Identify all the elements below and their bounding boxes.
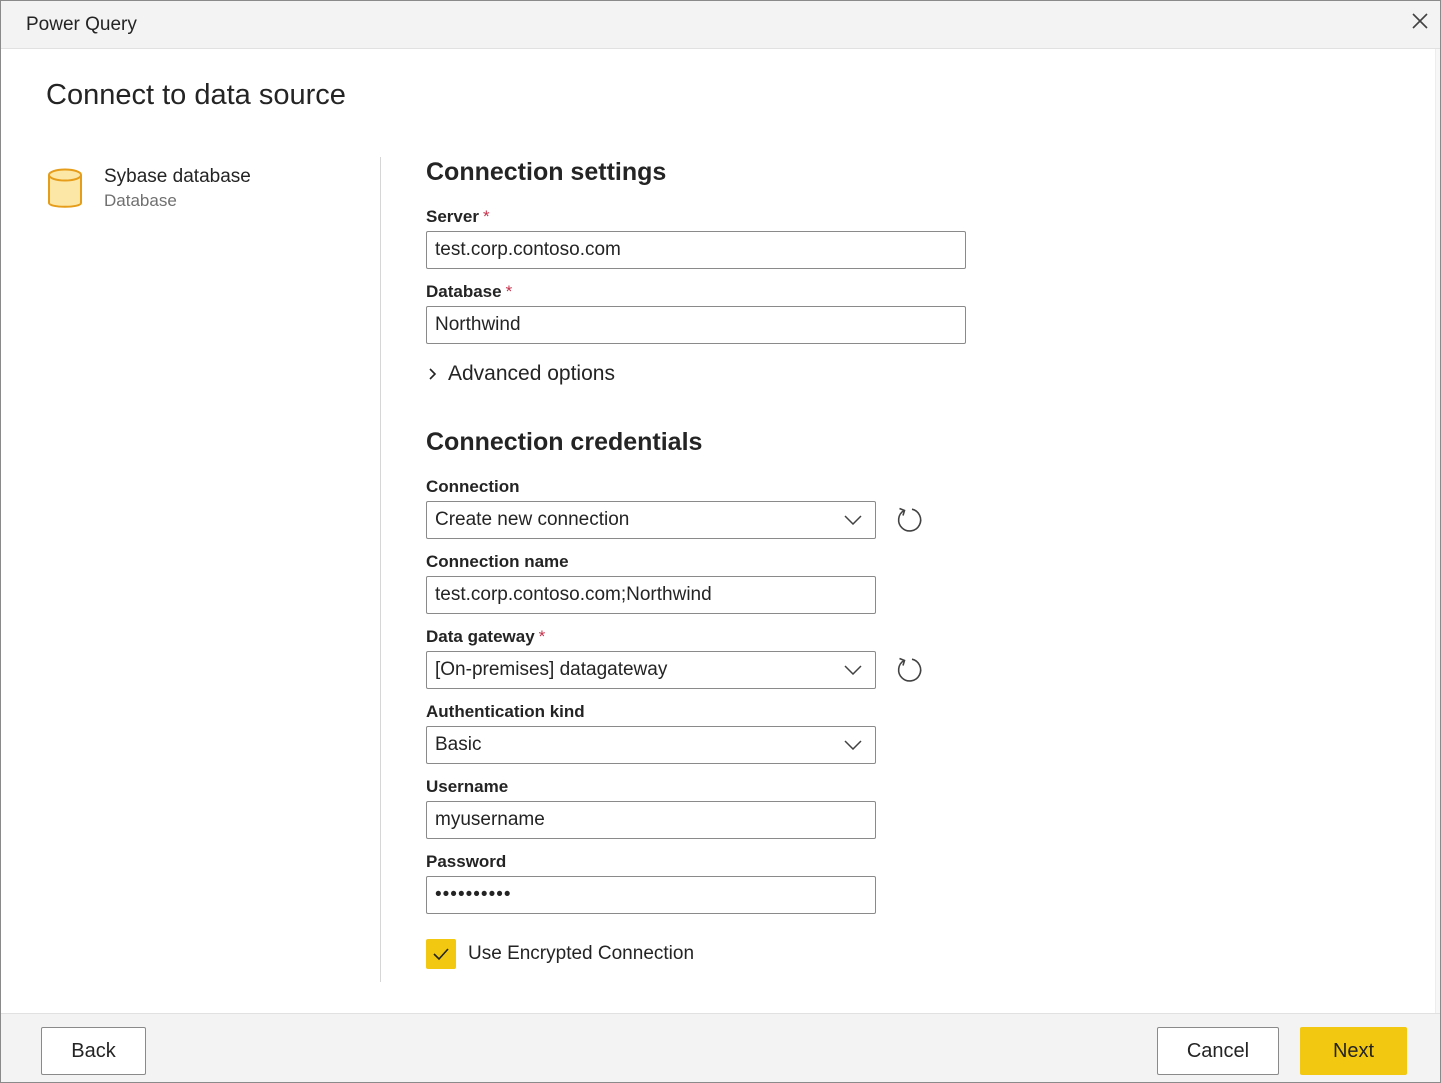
server-label-text: Server	[426, 207, 479, 226]
data-gateway-dropdown[interactable]: [On-premises] datagateway	[426, 651, 876, 689]
database-input[interactable]: Northwind	[426, 306, 966, 344]
close-icon	[1412, 13, 1428, 29]
server-label: Server *	[426, 207, 490, 227]
password-label: Password	[426, 852, 507, 871]
required-marker: *	[482, 207, 490, 226]
refresh-connection-button[interactable]	[894, 504, 924, 534]
username-value: myusername	[435, 809, 545, 830]
back-button[interactable]: Back	[41, 1027, 146, 1075]
required-marker: *	[505, 282, 513, 301]
connection-settings-heading: Connection settings	[426, 158, 667, 186]
connection-value: Create new connection	[435, 509, 630, 530]
source-name: Sybase database	[104, 166, 251, 187]
connection-name-label: Connection name	[426, 552, 569, 571]
chevron-right-icon	[426, 361, 440, 387]
refresh-icon	[897, 507, 922, 532]
database-label-text: Database	[426, 282, 502, 301]
encrypted-connection-checkbox[interactable]	[426, 939, 456, 969]
server-input[interactable]: test.corp.contoso.com	[426, 231, 966, 269]
data-gateway-label-text: Data gateway	[426, 627, 535, 646]
server-value: test.corp.contoso.com	[435, 239, 621, 260]
app-title: Power Query	[26, 14, 137, 35]
power-query-dialog: Power Query Connect to data source Sybas…	[0, 0, 1441, 1083]
database-value: Northwind	[435, 314, 521, 335]
cancel-button[interactable]: Cancel	[1157, 1027, 1279, 1075]
authentication-kind-value: Basic	[435, 734, 482, 755]
close-button[interactable]	[1406, 7, 1434, 35]
authentication-kind-dropdown[interactable]: Basic	[426, 726, 876, 764]
chevron-down-icon	[843, 735, 863, 755]
encrypted-connection-label: Use Encrypted Connection	[468, 943, 695, 964]
data-gateway-label: Data gateway *	[426, 627, 545, 647]
authentication-kind-label: Authentication kind	[426, 702, 585, 721]
connection-credentials-heading: Connection credentials	[426, 428, 703, 456]
title-bar: Power Query	[1, 1, 1440, 49]
connection-dropdown[interactable]: Create new connection	[426, 501, 876, 539]
password-value: ••••••••••	[435, 884, 512, 905]
data-gateway-value: [On-premises] datagateway	[435, 659, 668, 680]
database-label: Database *	[426, 282, 512, 302]
chevron-down-icon	[843, 510, 863, 530]
data-source-card: Sybase database Database	[46, 164, 366, 216]
database-cylinder-icon	[48, 168, 82, 208]
scrollbar-track[interactable]	[1435, 49, 1440, 1013]
connection-label: Connection	[426, 477, 520, 496]
checkmark-icon	[433, 948, 449, 961]
use-encrypted-connection-option[interactable]: Use Encrypted Connection	[426, 939, 694, 969]
vertical-divider	[380, 157, 381, 982]
next-button[interactable]: Next	[1300, 1027, 1407, 1075]
username-label: Username	[426, 777, 509, 796]
page-title: Connect to data source	[46, 79, 346, 111]
advanced-options-toggle[interactable]: Advanced options	[426, 361, 615, 387]
source-type: Database	[104, 191, 177, 210]
username-input[interactable]: myusername	[426, 801, 876, 839]
dialog-footer: Back Cancel Next	[1, 1013, 1440, 1082]
connection-name-input[interactable]: test.corp.contoso.com;Northwind	[426, 576, 876, 614]
refresh-gateway-button[interactable]	[894, 654, 924, 684]
password-input[interactable]: ••••••••••	[426, 876, 876, 914]
connection-name-value: test.corp.contoso.com;Northwind	[435, 584, 712, 605]
advanced-options-label: Advanced options	[448, 362, 615, 385]
chevron-down-icon	[843, 660, 863, 680]
required-marker: *	[538, 627, 546, 646]
refresh-icon	[897, 657, 922, 682]
